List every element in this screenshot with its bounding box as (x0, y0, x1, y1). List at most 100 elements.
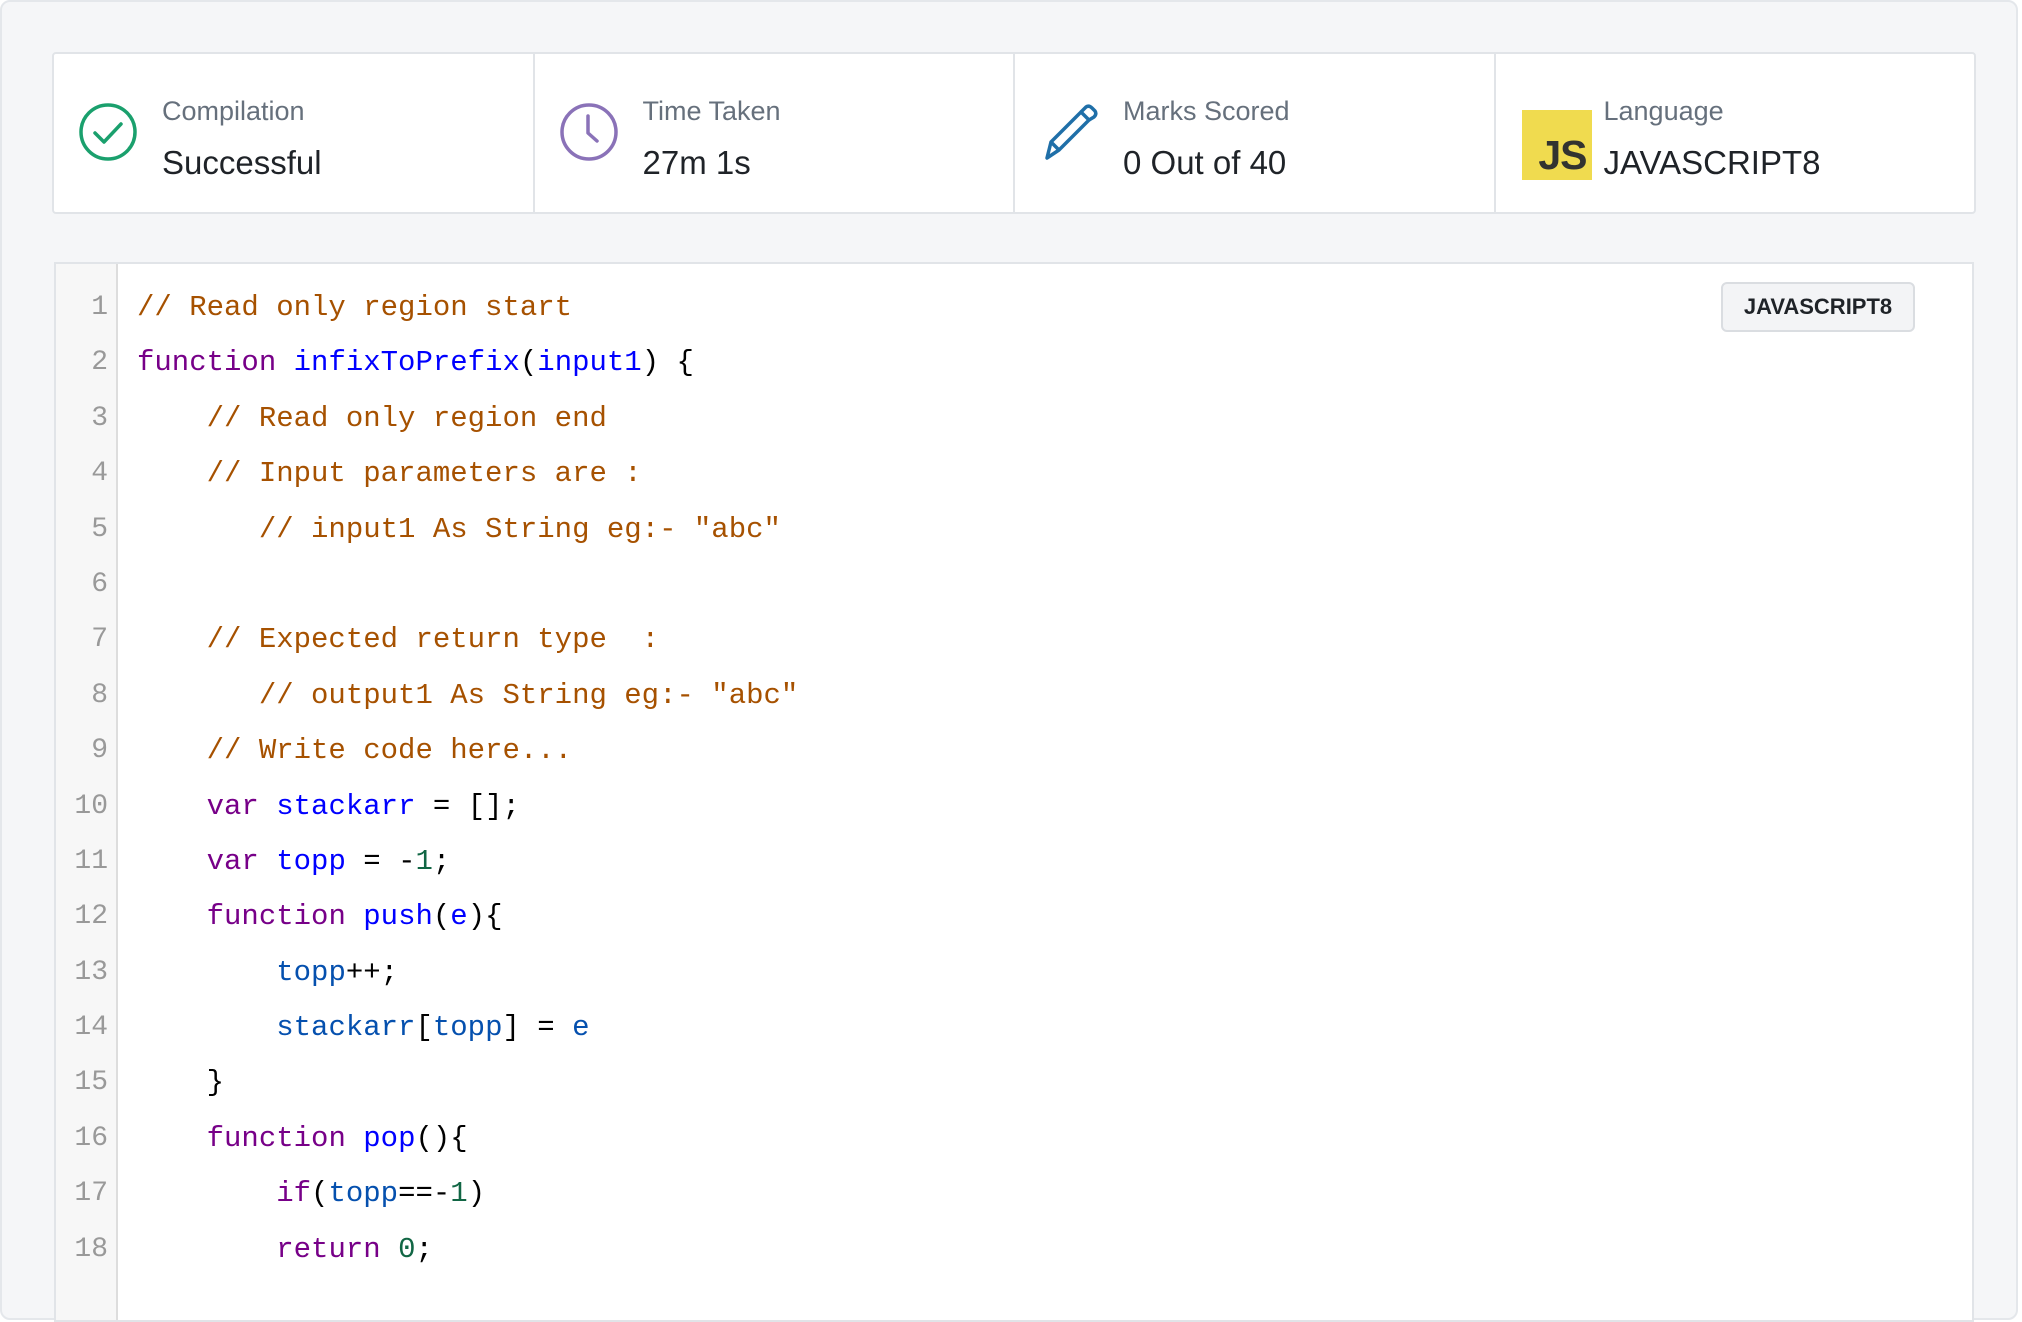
code-text: stackarr[topp] = e (137, 1000, 590, 1055)
code-token: input1 (537, 346, 642, 380)
code-token: } (137, 1066, 225, 1100)
line-number: 8 (91, 679, 108, 711)
code-line: 10 var stackarr = []; (56, 779, 1972, 834)
code-line: 4 // Input parameters are : (56, 446, 1972, 501)
stat-marks-scored: Marks Scored 0 Out of 40 (1015, 54, 1496, 212)
code-token: ; (432, 844, 451, 878)
code-line: 15 } (56, 1055, 1972, 1110)
line-number: 16 (74, 1122, 108, 1154)
code-text: function push(e){ (137, 889, 503, 944)
code-line: 1 // Read only region start (56, 280, 1972, 335)
code-token: function (206, 1121, 364, 1155)
code-token: ) { (641, 346, 694, 380)
code-text: function pop(){ (137, 1111, 468, 1166)
code-text: // output1 As String eg:- "abc" (137, 668, 799, 723)
code-token: 1 (450, 1177, 468, 1211)
code-line: 17 if(topp==-1) (56, 1166, 1972, 1221)
line-number: 14 (74, 1012, 108, 1044)
code-token: topp (432, 1011, 503, 1045)
js-logo-icon: JS (1521, 110, 1592, 180)
code-token: // input1 As String eg:- "abc" (137, 512, 781, 546)
code-token: topp (328, 1177, 399, 1211)
code-line: 12 function push(e){ (56, 889, 1972, 944)
code-token: topp (276, 844, 346, 878)
code-lines: 1 // Read only region start 2 function infi… (56, 280, 1972, 1277)
code-token: ; (415, 1232, 433, 1266)
code-text: var stackarr = []; (137, 779, 520, 834)
code-token: ] = (502, 1011, 573, 1045)
code-text: return 0; (137, 1222, 433, 1277)
code-line: 11 var topp = -1; (56, 834, 1972, 889)
line-number: 11 (74, 845, 108, 877)
stat-label: Marks Scored (1123, 96, 1290, 126)
code-token: 0 (398, 1232, 416, 1266)
code-text: topp++; (137, 945, 398, 1000)
code-text: var topp = -1; (137, 834, 451, 889)
stat-time-taken: Time Taken 27m 1s (535, 54, 1015, 212)
code-editor[interactable]: 1 // Read only region start 2 function infi… (54, 262, 1974, 1322)
line-number: 9 (91, 735, 108, 767)
js-logo-text: JS (1538, 132, 1587, 178)
code-token: // Input parameters are : (137, 457, 642, 491)
code-token: // Read only region end (137, 401, 607, 435)
code-token: push (363, 900, 433, 934)
language-value: JAVASCRIPT8 (1603, 144, 1821, 181)
code-text: if(topp==-1) (137, 1166, 485, 1221)
line-number: 4 (91, 458, 108, 490)
code-text: // Read only region end (137, 391, 607, 446)
line-number: 7 (91, 624, 108, 656)
code-token: e (450, 900, 468, 934)
code-token: ( (432, 900, 451, 934)
code-text: } (137, 1055, 224, 1110)
code-token: // Write code here... (137, 734, 573, 768)
code-token: pop (363, 1121, 416, 1155)
code-token: [ (415, 1011, 433, 1045)
check-circle-icon (79, 103, 137, 161)
code-token: // output1 As String eg:- "abc" (137, 678, 799, 712)
code-token: function (206, 900, 364, 934)
code-token: ++; (345, 955, 399, 989)
line-number: 3 (91, 402, 108, 434)
code-token: topp (276, 955, 346, 989)
code-token: ) (467, 1177, 486, 1211)
code-line: 8 // output1 As String eg:- "abc" (56, 668, 1972, 723)
code-token: (){ (415, 1121, 468, 1155)
line-number: 10 (74, 790, 108, 822)
clock-icon (559, 103, 618, 161)
line-number: 2 (91, 347, 108, 379)
line-number: 15 (74, 1067, 108, 1099)
line-number: 17 (74, 1178, 108, 1210)
code-line: 16 function pop(){ (56, 1111, 1972, 1166)
code-line: 9 // Write code here... (56, 723, 1972, 778)
stat-label: Time Taken (642, 96, 781, 126)
result-summary: Compilation Successful Time Taken 27m 1s… (52, 52, 1976, 214)
code-line: 6 (56, 557, 1972, 612)
code-token: return (276, 1232, 399, 1266)
code-token: e (572, 1011, 590, 1045)
code-line: 13 topp++; (56, 945, 1972, 1000)
code-token: ==- (398, 1177, 451, 1211)
marks-scored-value: 0 Out of 40 (1123, 144, 1287, 181)
time-taken-value: 27m 1s (642, 144, 751, 181)
stat-compilation: Compilation Successful (54, 54, 535, 212)
code-text: // Input parameters are : (137, 446, 642, 501)
code-token: infixToPrefix (293, 346, 520, 380)
code-token: var (206, 789, 277, 823)
language-badge: JAVASCRIPT8 (1721, 282, 1915, 332)
code-text: // Read only region start (137, 280, 572, 335)
compilation-status: Successful (162, 144, 322, 181)
result-panel: Compilation Successful Time Taken 27m 1s… (0, 0, 2018, 1322)
code-token: = []; (415, 789, 520, 823)
code-line: 3 // Read only region end (56, 391, 1972, 446)
line-number: 13 (74, 956, 108, 988)
line-number: 1 (91, 292, 108, 323)
code-token: ){ (467, 900, 503, 934)
stat-label: Language (1603, 96, 1724, 126)
